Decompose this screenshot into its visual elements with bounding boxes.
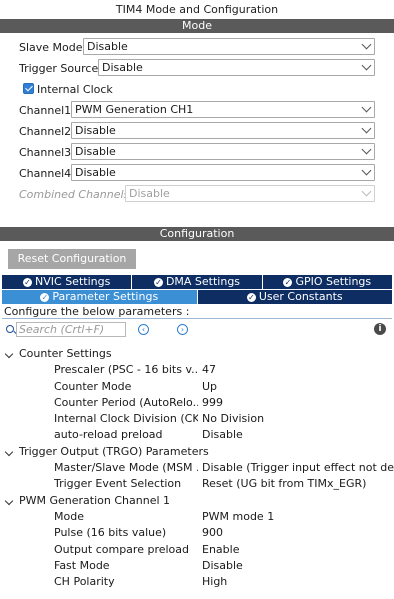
channel2-value: Disable [75, 124, 116, 137]
search-input[interactable] [16, 322, 126, 337]
channel3-select[interactable]: Disable [71, 143, 375, 160]
next-match-icon[interactable]: › [177, 324, 188, 335]
slave-mode-row: Slave Mode Disable [19, 37, 394, 58]
chevron-down-icon[interactable] [4, 349, 14, 359]
window-title: TIM4 Mode and Configuration [115, 3, 279, 16]
parameter-row[interactable]: Trigger Event Selection Reset (UG bit fr… [0, 476, 394, 492]
parameter-row[interactable]: Prescaler (PSC - 16 bits v... 47 [0, 362, 394, 378]
channel2-select[interactable]: Disable [71, 122, 375, 139]
parameter-row[interactable]: Pulse (16 bits value) 900 [0, 525, 394, 541]
check-circle-icon: ✓ [40, 293, 50, 302]
trigger-source-select[interactable]: Disable [98, 59, 375, 76]
tabs-row-1: ✓ NVIC Settings ✓ DMA Settings ✓ GPIO Setti… [0, 275, 394, 289]
chevron-down-icon[interactable] [4, 496, 14, 505]
chevron-down-icon [361, 123, 372, 134]
combined-channels-row: Combined Channels Disable [19, 184, 394, 205]
info-icon[interactable]: i [374, 323, 386, 335]
chevron-down-icon [361, 39, 372, 50]
tab-gpio-settings[interactable]: ✓ GPIO Settings [262, 275, 392, 289]
channel2-row: Channel2 Disable [19, 121, 394, 142]
mode-section-header: Mode [0, 19, 394, 33]
check-circle-icon: ✓ [23, 278, 33, 287]
search-icon [6, 325, 14, 333]
parameter-row[interactable]: Fast Mode Disable [0, 558, 394, 574]
parameter-row[interactable]: Counter Period (AutoRelo... 999 [0, 395, 394, 411]
channel3-row: Channel3 Disable [19, 142, 394, 163]
reset-configuration-button[interactable]: Reset Configuration [8, 249, 136, 269]
chevron-down-icon [361, 144, 372, 155]
combined-channels-select: Disable [125, 185, 375, 202]
check-circle-icon: ✓ [153, 278, 163, 287]
channel4-value: Disable [75, 166, 116, 179]
channel3-value: Disable [75, 145, 116, 158]
tab-user-constants[interactable]: ✓ User Constants [197, 290, 392, 304]
parameter-row[interactable]: Output compare preload Enable [0, 542, 394, 558]
channel4-label: Channel4 [19, 167, 72, 180]
chevron-down-icon [361, 102, 372, 113]
previous-match-icon[interactable]: ‹ [138, 324, 149, 335]
parameter-row[interactable]: Internal Clock Division (CK... No Divisi… [0, 411, 394, 427]
internal-clock-checkbox[interactable] [23, 83, 34, 94]
tree-group-pwm-channel-1[interactable]: PWM Generation Channel 1 [0, 493, 394, 509]
slave-mode-value: Disable [87, 40, 128, 53]
configuration-panel: Reset Configuration ✓ NVIC Settings ✓ DMA … [0, 249, 394, 339]
internal-clock-row: Internal Clock [23, 79, 394, 100]
chevron-down-icon[interactable] [4, 447, 14, 457]
trigger-source-label: Trigger Source [19, 62, 99, 75]
parameter-tree: Counter Settings Prescaler (PSC - 16 bit… [0, 346, 394, 590]
trigger-source-row: Trigger Source Disable [19, 58, 394, 79]
tab-nvic-settings[interactable]: ✓ NVIC Settings [2, 275, 133, 289]
channel1-label: Channel1 [19, 104, 72, 117]
combined-channels-value: Disable [129, 187, 170, 200]
chevron-down-icon [361, 165, 372, 176]
tabs-row-2: ✓ Parameter Settings ✓ User Constants [0, 290, 394, 304]
tab-dma-settings[interactable]: ✓ DMA Settings [132, 275, 263, 289]
slave-mode-label: Slave Mode [19, 41, 83, 54]
channel1-value: PWM Generation CH1 [75, 103, 194, 116]
configuration-section-header: Configuration [0, 227, 394, 241]
parameter-row[interactable]: CH Polarity High [0, 574, 394, 590]
configure-instructions: Configure the below parameters : [2, 305, 392, 319]
check-circle-icon: ✓ [246, 293, 256, 302]
channel4-select[interactable]: Disable [71, 164, 375, 181]
check-circle-icon: ✓ [283, 278, 293, 287]
parameter-row[interactable]: Counter Mode Up [0, 379, 394, 395]
slave-mode-select[interactable]: Disable [83, 38, 375, 55]
channel4-row: Channel4 Disable [19, 163, 394, 184]
channel3-label: Channel3 [19, 146, 72, 159]
channel2-label: Channel2 [19, 125, 72, 138]
trigger-source-value: Disable [102, 61, 143, 74]
parameter-row[interactable]: Mode PWM mode 1 [0, 509, 394, 525]
combined-channels-label: Combined Channels [19, 188, 130, 201]
channel1-select[interactable]: PWM Generation CH1 [71, 101, 375, 118]
chevron-down-icon [361, 186, 372, 197]
internal-clock-label: Internal Clock [37, 83, 113, 96]
parameter-row[interactable]: Master/Slave Mode (MSM ... Disable (Trig… [0, 460, 394, 476]
channel1-row: Channel1 PWM Generation CH1 [19, 100, 394, 121]
parameter-row[interactable]: auto-reload preload Disable [0, 427, 394, 443]
chevron-down-icon [361, 60, 372, 71]
mode-panel: Slave Mode Disable Trigger Source Disabl… [0, 33, 394, 227]
search-bar: ‹ › i [0, 321, 394, 339]
tab-parameter-settings[interactable]: ✓ Parameter Settings [2, 290, 198, 304]
tree-group-counter-settings[interactable]: Counter Settings [0, 346, 394, 362]
tree-group-trigger-output[interactable]: Trigger Output (TRGO) Parameters [0, 444, 394, 460]
